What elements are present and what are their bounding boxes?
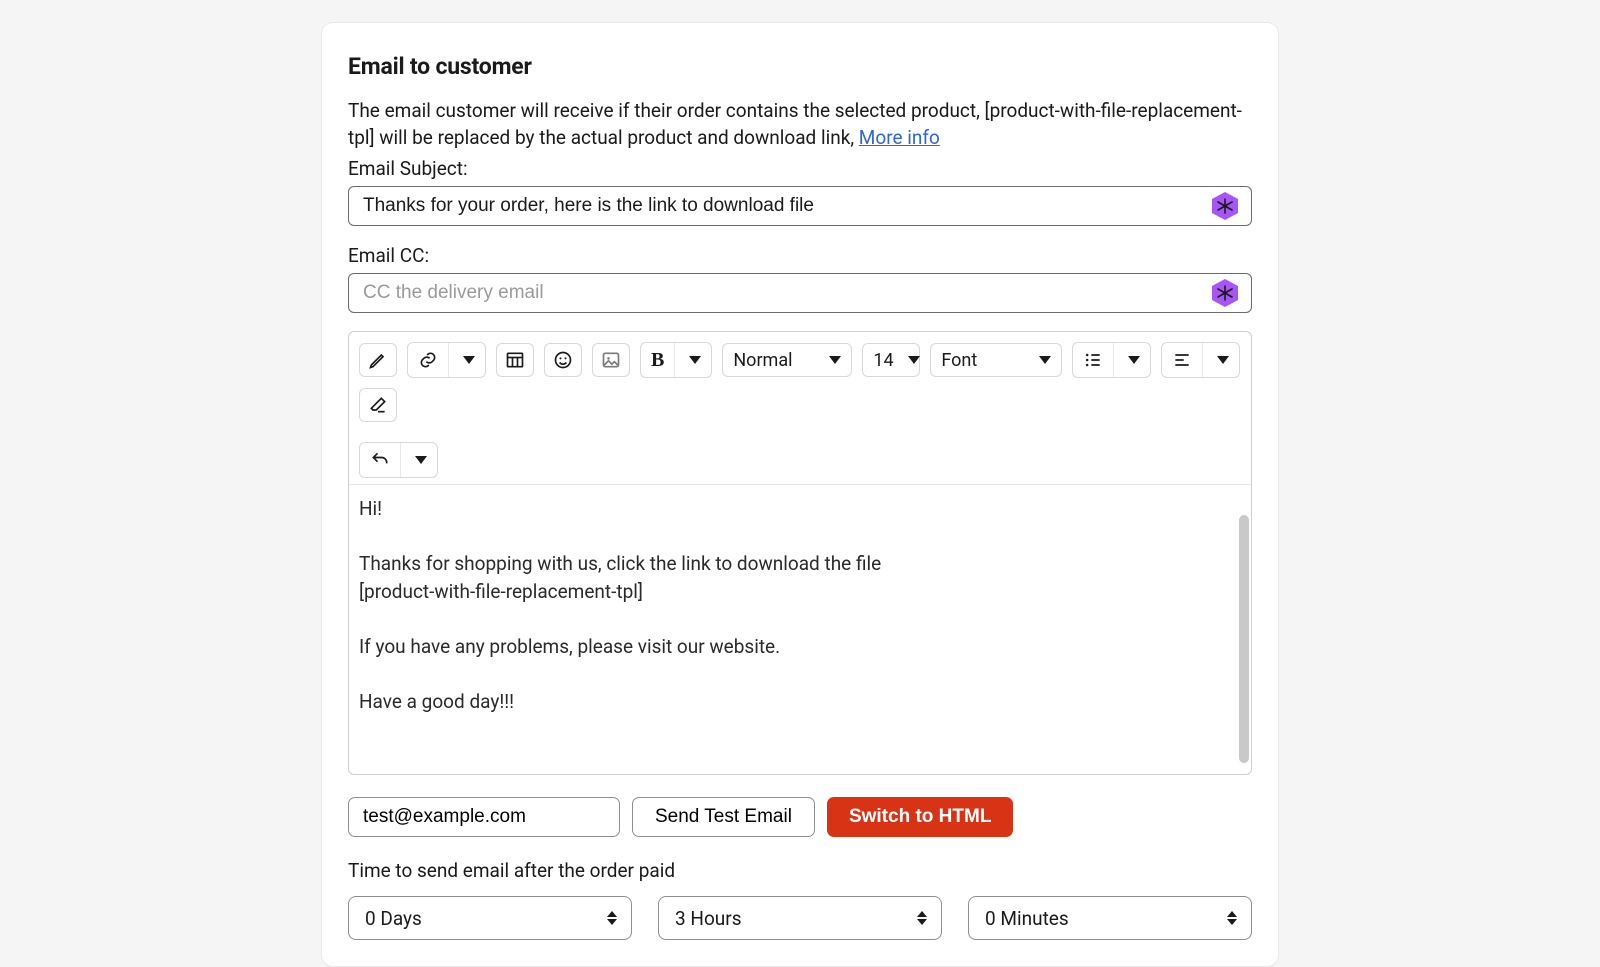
link-icon (418, 350, 438, 370)
font-family-select[interactable]: Font (930, 343, 1062, 377)
chevron-down-icon (829, 356, 841, 364)
chevron-down-icon (415, 456, 427, 464)
bold-dropdown[interactable] (674, 343, 711, 377)
switch-to-html-button[interactable]: Switch to HTML (827, 797, 1013, 837)
editor-line: Hi! (359, 495, 1231, 523)
table-icon (505, 350, 525, 370)
align-button[interactable] (1162, 343, 1202, 377)
emoji-button[interactable] (544, 343, 582, 377)
variable-picker-icon[interactable] (1210, 191, 1240, 221)
align-dropdown[interactable] (1202, 343, 1239, 377)
format-select[interactable]: Normal (722, 343, 852, 377)
chevron-down-icon (1128, 356, 1140, 364)
edit-button[interactable] (359, 343, 397, 377)
editor-toolbar: B Normal 14 Font (349, 332, 1251, 485)
undo-icon (370, 450, 390, 470)
description-text: The email customer will receive if their… (348, 99, 1242, 149)
editor-line: Have a good day!!! (359, 688, 1231, 716)
table-button[interactable] (496, 343, 534, 377)
email-cc-input[interactable] (348, 273, 1252, 313)
image-button[interactable] (592, 343, 630, 377)
chevron-down-icon (689, 356, 701, 364)
panel-title: Email to customer (348, 53, 1252, 80)
rich-text-editor: B Normal 14 Font (348, 331, 1252, 485)
timing-row: 0 Days 3 Hours 0 Minutes (348, 896, 1252, 940)
email-subject-label: Email Subject: (348, 157, 1252, 180)
list-split-button[interactable] (1072, 342, 1151, 378)
email-cc-wrap (348, 273, 1252, 313)
chevron-down-icon (1039, 356, 1051, 364)
font-size-value: 14 (873, 350, 893, 371)
select-chevrons-icon (917, 911, 927, 925)
select-chevrons-icon (607, 911, 617, 925)
editor-line: If you have any problems, please visit o… (359, 633, 1231, 661)
send-test-email-button[interactable]: Send Test Email (632, 797, 815, 837)
scrollbar[interactable] (1239, 515, 1249, 763)
bold-split-button[interactable]: B (640, 342, 712, 378)
test-email-row: Send Test Email Switch to HTML (348, 797, 1252, 837)
link-button[interactable] (408, 343, 448, 377)
email-subject-input[interactable] (348, 186, 1252, 226)
scrollbar-thumb[interactable] (1239, 515, 1249, 763)
editor-line: Thanks for shopping with us, click the l… (359, 550, 1231, 578)
undo-button[interactable] (360, 443, 400, 477)
chevron-down-icon (463, 356, 475, 364)
clear-format-button[interactable] (359, 388, 397, 422)
image-icon (601, 350, 621, 370)
hours-select[interactable]: 3 Hours (658, 896, 942, 940)
select-chevrons-icon (1227, 911, 1237, 925)
more-info-link[interactable]: More info (859, 126, 940, 149)
hours-value: 3 Hours (675, 907, 742, 930)
format-select-value: Normal (733, 350, 792, 371)
variable-picker-icon[interactable] (1210, 278, 1240, 308)
editor-body-wrap: Hi! Thanks for shopping with us, click t… (348, 485, 1252, 775)
align-split-button[interactable] (1161, 342, 1240, 378)
panel-description: The email customer will receive if their… (348, 98, 1252, 151)
emoji-icon (553, 350, 573, 370)
days-select[interactable]: 0 Days (348, 896, 632, 940)
link-dropdown[interactable] (448, 343, 485, 377)
test-email-input[interactable] (348, 797, 620, 837)
pencil-icon (368, 350, 388, 370)
email-subject-wrap (348, 186, 1252, 226)
chevron-down-icon (1217, 356, 1229, 364)
email-to-customer-panel: Email to customer The email customer wil… (321, 22, 1279, 967)
undo-split-button[interactable] (359, 442, 438, 478)
email-cc-label: Email CC: (348, 244, 1252, 267)
undo-dropdown[interactable] (400, 443, 437, 477)
font-size-select[interactable]: 14 (862, 343, 920, 377)
eraser-icon (368, 395, 388, 415)
list-button[interactable] (1073, 343, 1113, 377)
list-dropdown[interactable] (1113, 343, 1150, 377)
align-left-icon (1172, 350, 1192, 370)
editor-line: [product-with-file-replacement-tpl] (359, 578, 1231, 606)
bold-icon: B (651, 349, 664, 372)
bold-button[interactable]: B (641, 343, 674, 377)
minutes-value: 0 Minutes (985, 907, 1069, 930)
list-icon (1083, 350, 1103, 370)
timing-label: Time to send email after the order paid (348, 859, 1252, 882)
editor-content[interactable]: Hi! Thanks for shopping with us, click t… (349, 485, 1251, 774)
minutes-select[interactable]: 0 Minutes (968, 896, 1252, 940)
link-split-button[interactable] (407, 342, 486, 378)
days-value: 0 Days (365, 907, 422, 930)
chevron-down-icon (908, 356, 920, 364)
font-family-value: Font (941, 350, 977, 371)
